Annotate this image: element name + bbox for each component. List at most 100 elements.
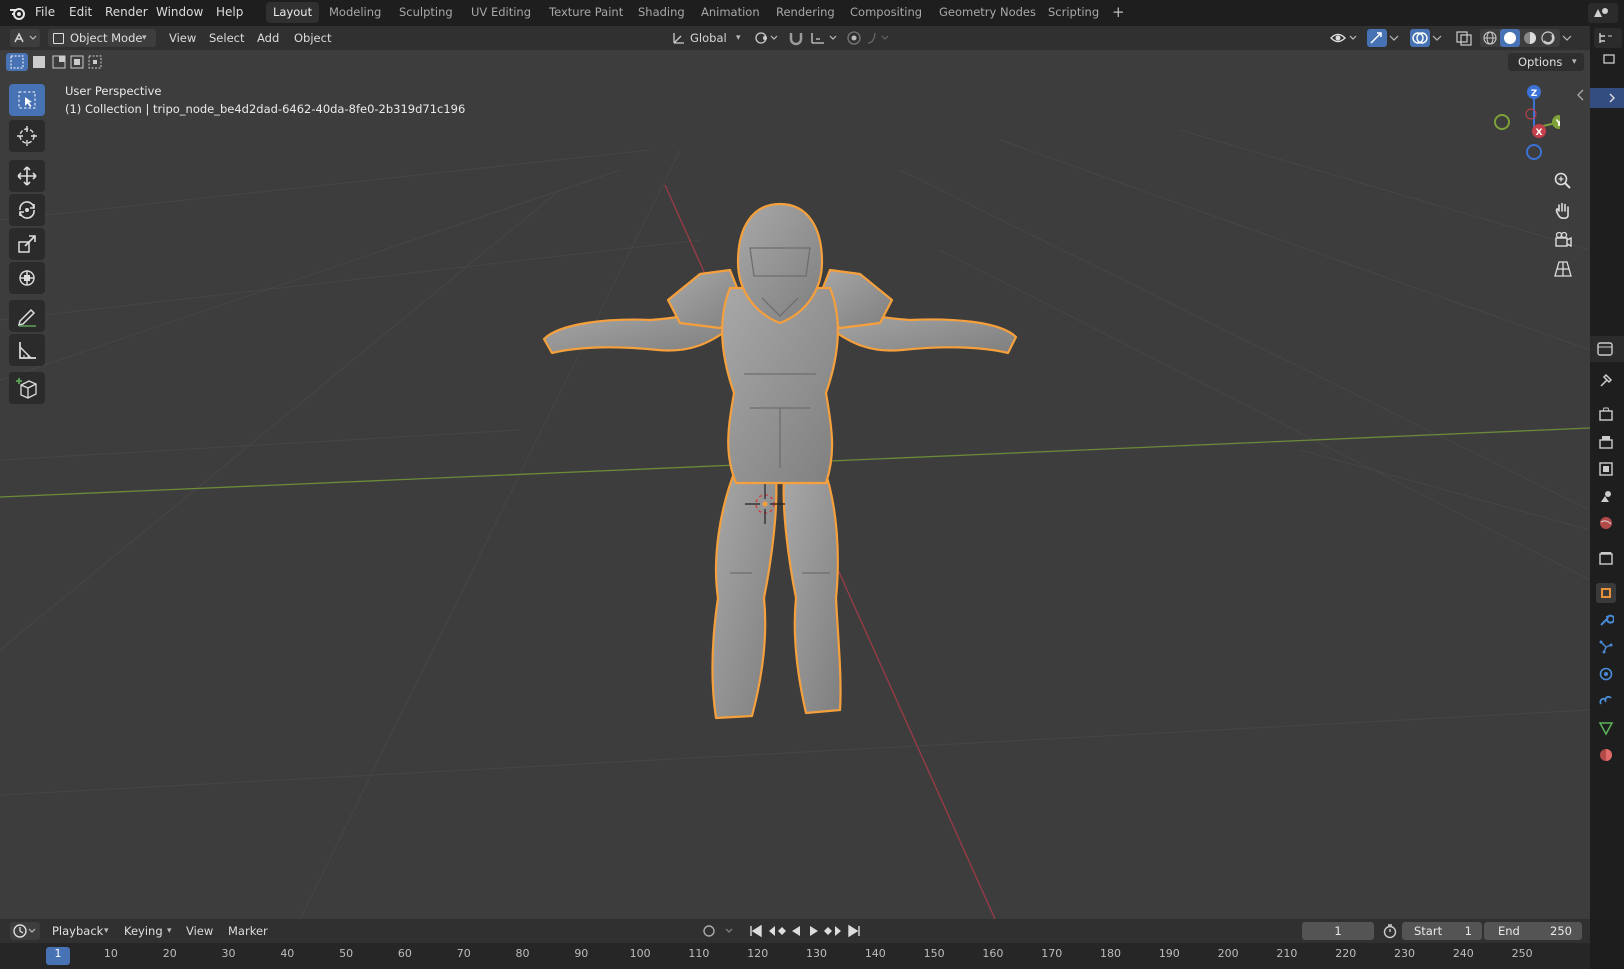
playback-menu[interactable]: Playback ▾ [46, 922, 114, 940]
jump-to-start-icon[interactable] [748, 923, 764, 939]
select-intersect-icon[interactable] [86, 53, 104, 71]
jump-to-keyframe-forward-icon[interactable] [824, 923, 844, 939]
header-menu-object[interactable]: Object [294, 26, 331, 50]
outliner-active-row[interactable] [1590, 88, 1624, 108]
add-workspace-button[interactable]: + [1105, 2, 1132, 23]
cursor-tool[interactable] [9, 120, 45, 152]
tab-uv-editing[interactable]: UV Editing [464, 2, 538, 23]
gizmo-neg-y[interactable] [1494, 114, 1510, 130]
render-properties-icon[interactable] [1596, 404, 1616, 424]
mode-dropdown[interactable]: Object Mode ▾ [48, 29, 156, 47]
physics-icon[interactable] [1596, 664, 1616, 684]
auto-keying-icon[interactable] [700, 923, 740, 939]
character-model[interactable] [540, 178, 1020, 728]
measure-tool[interactable] [9, 334, 45, 366]
header-menu-select[interactable]: Select [209, 26, 244, 50]
scale-tool[interactable] [9, 228, 45, 260]
gizmo-neg-z[interactable] [1526, 144, 1542, 160]
editor-type-icon[interactable] [10, 29, 40, 47]
jump-to-end-icon[interactable] [846, 923, 862, 939]
scene-properties-icon[interactable] [1596, 486, 1616, 506]
menu-edit[interactable]: Edit [69, 0, 92, 24]
output-properties-icon[interactable] [1596, 432, 1616, 452]
menu-render[interactable]: Render [105, 0, 148, 24]
snap-target-icon[interactable] [810, 30, 840, 46]
world-properties-icon[interactable] [1596, 513, 1616, 533]
tab-scripting[interactable]: Scripting [1041, 2, 1106, 23]
filter-icon[interactable] [1594, 50, 1622, 70]
material-icon[interactable] [1596, 745, 1616, 765]
header-menu-view[interactable]: View [169, 26, 196, 50]
navigation-gizmo[interactable]: Z Y X [1480, 78, 1560, 168]
visibility-eye-icon[interactable] [1330, 30, 1360, 46]
transform-tool[interactable] [9, 262, 45, 294]
pivot-point-icon[interactable] [754, 30, 780, 46]
material-preview-icon[interactable] [1523, 31, 1537, 45]
tab-shading[interactable]: Shading [631, 2, 692, 23]
gizmo-toggle-icon[interactable] [1367, 29, 1387, 47]
tool-properties-icon[interactable] [1596, 370, 1616, 390]
stopwatch-icon[interactable] [1382, 923, 1398, 939]
zoom-icon[interactable] [1549, 167, 1577, 195]
3d-viewport[interactable]: User Perspective (1) Collection | tripo_… [0, 50, 1590, 919]
tab-texture-paint[interactable]: Texture Paint [542, 2, 630, 23]
blender-logo-icon[interactable] [9, 4, 27, 22]
collection-properties-icon[interactable] [1596, 548, 1616, 568]
tab-modeling[interactable]: Modeling [322, 2, 388, 23]
menu-file[interactable]: File [35, 0, 55, 24]
menu-help[interactable]: Help [216, 0, 243, 24]
jump-to-keyframe-back-icon[interactable] [766, 923, 786, 939]
chevron-down-icon[interactable] [1560, 30, 1574, 46]
play-icon[interactable] [806, 923, 822, 939]
tab-rendering[interactable]: Rendering [769, 2, 842, 23]
object-properties-icon[interactable] [1596, 583, 1616, 603]
object-data-icon[interactable] [1596, 718, 1616, 738]
modifier-wrench-icon[interactable] [1596, 610, 1616, 630]
timeline-editor-type-icon[interactable] [10, 922, 40, 940]
select-invert-icon[interactable] [68, 53, 86, 71]
rotate-tool[interactable] [9, 194, 45, 226]
falloff-curve-icon[interactable] [866, 30, 892, 46]
tab-layout[interactable]: Layout [266, 2, 320, 23]
constraints-icon[interactable] [1596, 691, 1616, 711]
select-extend-icon[interactable] [30, 53, 48, 71]
solid-shading-icon[interactable] [1500, 29, 1520, 47]
end-frame-field[interactable]: End 250 [1484, 922, 1582, 940]
camera-view-icon[interactable] [1549, 226, 1577, 254]
chevron-down-icon[interactable] [1387, 30, 1401, 46]
start-frame-field[interactable]: Start 1 [1402, 922, 1482, 940]
annotate-tool[interactable] [9, 300, 45, 332]
wireframe-shading-icon[interactable] [1483, 31, 1497, 45]
scene-selector-icon[interactable] [1588, 3, 1618, 23]
pan-hand-icon[interactable] [1549, 197, 1577, 225]
collapse-sidebar-icon[interactable] [1576, 88, 1586, 102]
rendered-shading-icon[interactable] [1541, 31, 1555, 45]
add-cube-tool[interactable] [9, 372, 45, 404]
chevron-down-icon[interactable] [1430, 30, 1444, 46]
proportional-editing-icon[interactable] [846, 30, 862, 46]
header-menu-add[interactable]: Add [257, 26, 279, 50]
menu-window[interactable]: Window [156, 0, 203, 24]
select-subtract-icon[interactable] [50, 53, 68, 71]
select-new-icon[interactable] [6, 53, 28, 71]
timeline-menu-marker[interactable]: Marker [228, 919, 268, 943]
xray-toggle-icon[interactable] [1455, 30, 1473, 46]
tab-sculpting[interactable]: Sculpting [392, 2, 460, 23]
keying-menu[interactable]: Keying ▾ [118, 922, 178, 940]
select-box-tool[interactable] [9, 84, 45, 116]
view-layer-properties-icon[interactable] [1596, 459, 1616, 479]
transform-orientation-dropdown[interactable]: Global ▾ [670, 29, 746, 47]
perspective-toggle-icon[interactable] [1549, 255, 1577, 283]
snap-magnet-icon[interactable] [788, 30, 804, 46]
move-tool[interactable] [9, 160, 45, 192]
tab-geometry-nodes[interactable]: Geometry Nodes [932, 2, 1043, 23]
tab-animation[interactable]: Animation [694, 2, 767, 23]
overlays-toggle-icon[interactable] [1410, 29, 1430, 47]
properties-type-icon[interactable] [1590, 336, 1624, 362]
timeline-ruler[interactable]: 1 10 20 30 40 50 60 70 80 90 100 110 120 130 140 150 160… [0, 943, 1590, 969]
outliner-type-icon[interactable] [1594, 28, 1622, 48]
options-dropdown[interactable]: Options ▾ [1508, 53, 1584, 71]
timeline-menu-view[interactable]: View [186, 919, 213, 943]
particles-icon[interactable] [1596, 637, 1616, 657]
play-reverse-icon[interactable] [788, 923, 804, 939]
